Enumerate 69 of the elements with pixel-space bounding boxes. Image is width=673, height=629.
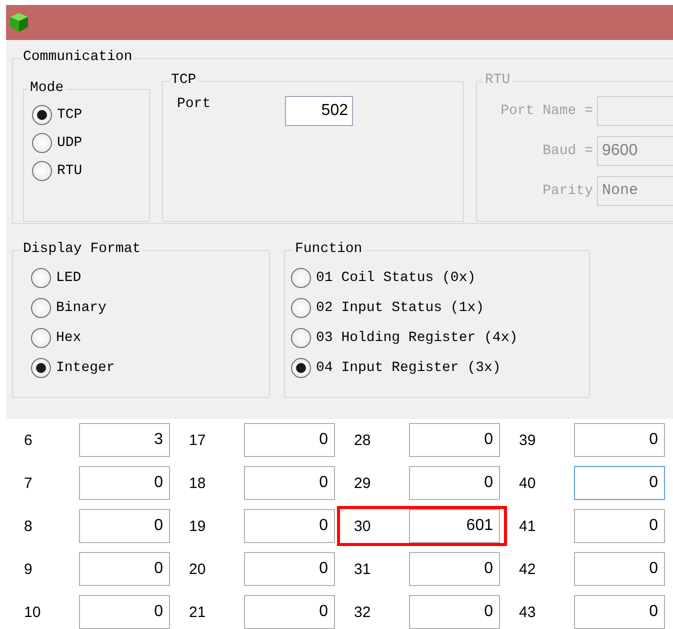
register-field[interactable]: 0 <box>409 552 500 586</box>
radio-button[interactable] <box>32 160 52 181</box>
register-field[interactable]: 0 <box>574 552 665 586</box>
register-field[interactable]: 0 <box>244 509 335 543</box>
register-number: 39 <box>518 432 537 448</box>
radio-button[interactable] <box>31 328 51 348</box>
register-number: 43 <box>518 604 537 620</box>
register-number: 7 <box>23 474 34 492</box>
radio-option[interactable]: RTU <box>32 160 149 182</box>
radio-option[interactable]: UDP <box>32 132 149 154</box>
register-number: 32 <box>353 604 372 620</box>
radio-option[interactable]: Hex <box>31 326 269 349</box>
register-number: 18 <box>188 474 207 492</box>
field-label: Baud = <box>542 142 593 159</box>
radio-option[interactable]: Integer <box>31 356 269 379</box>
register-field[interactable]: 3 <box>79 423 170 457</box>
radio-option[interactable]: 03 Holding Register (4x) <box>291 326 589 349</box>
field-label: Parity <box>542 182 593 199</box>
radio-option[interactable]: 02 Input Status (1x) <box>291 296 589 319</box>
port-field[interactable]: 502 <box>285 96 353 126</box>
register-field[interactable]: 0 <box>574 509 665 543</box>
register-field[interactable]: 0 <box>574 423 665 457</box>
register-field[interactable]: 0 <box>79 509 170 543</box>
group-title: Display Format <box>21 240 143 257</box>
register-field[interactable]: 0 <box>79 595 170 629</box>
register-field[interactable]: 0 <box>409 466 500 500</box>
radio-button[interactable] <box>291 298 311 318</box>
register-field[interactable]: 0 <box>79 552 170 586</box>
register-number: 8 <box>23 518 34 534</box>
radio-button[interactable] <box>291 268 311 288</box>
register-field[interactable]: 0 <box>244 595 335 629</box>
radio-button[interactable] <box>31 268 51 288</box>
cube-icon <box>8 11 30 34</box>
radio-button[interactable] <box>291 358 311 378</box>
register-field[interactable]: 0 <box>244 423 335 457</box>
register-field[interactable]: 0 <box>574 466 665 500</box>
field-label: Port Name = <box>500 102 593 119</box>
register-field[interactable]: 601 <box>409 509 500 543</box>
radio-button[interactable] <box>32 132 52 153</box>
radio-button[interactable] <box>32 104 52 125</box>
register-number: 41 <box>518 518 537 534</box>
register-number: 21 <box>188 604 207 620</box>
register-field[interactable]: 0 <box>409 423 500 457</box>
register-number: 31 <box>353 560 372 578</box>
register-number: 30 <box>353 518 372 534</box>
radio-button[interactable] <box>31 358 51 378</box>
register-number: 29 <box>353 474 372 492</box>
radio-option[interactable]: LED <box>31 266 269 289</box>
register-field[interactable]: 0 <box>574 595 665 629</box>
radio-option[interactable]: 01 Coil Status (0x) <box>291 266 589 289</box>
field-label: Port <box>177 96 212 112</box>
register-field[interactable]: 0 <box>79 466 170 500</box>
register-field[interactable]: 0 <box>244 552 335 586</box>
register-field[interactable]: 0 <box>244 466 335 500</box>
register-number: 6 <box>23 432 34 448</box>
register-number: 19 <box>188 518 207 534</box>
radio-option[interactable]: TCP <box>32 104 149 126</box>
register-number: 20 <box>188 560 207 578</box>
register-number: 9 <box>23 560 34 578</box>
register-number: 42 <box>518 560 537 578</box>
register-number: 40 <box>518 474 537 492</box>
radio-button[interactable] <box>291 328 311 348</box>
register-number: 10 <box>23 604 42 620</box>
radio-option[interactable]: Binary <box>31 296 269 319</box>
register-number: 17 <box>188 432 207 448</box>
radio-button[interactable] <box>31 298 51 318</box>
register-field[interactable]: 0 <box>409 595 500 629</box>
radio-option[interactable]: 04 Input Register (3x) <box>291 356 589 379</box>
register-number: 28 <box>353 432 372 448</box>
